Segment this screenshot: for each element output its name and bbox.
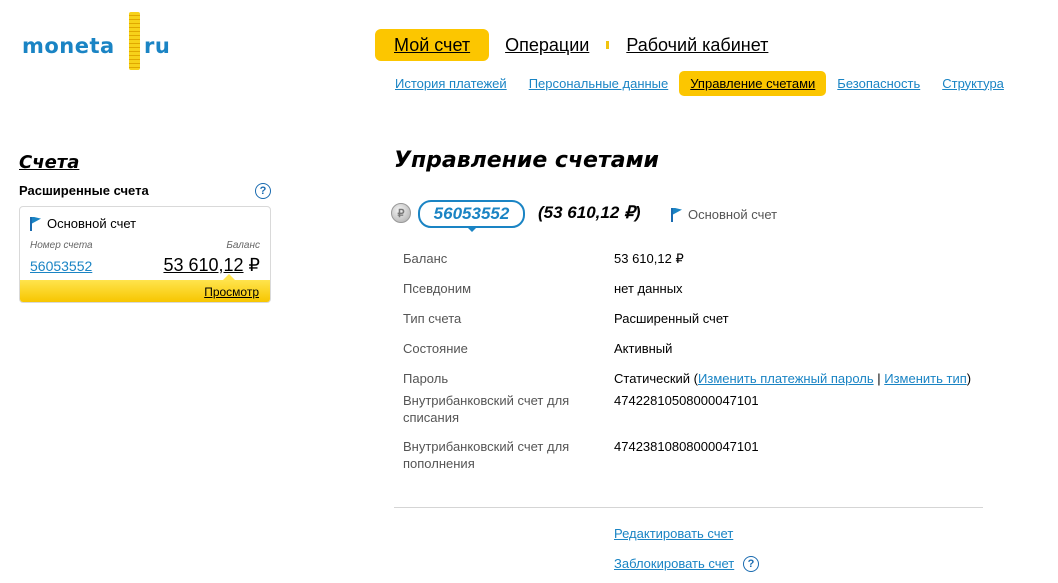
detail-value: 47422810508000047101 [614,393,759,408]
top-nav: Мой счет Операции Рабочий кабинет [375,29,784,61]
logo-text-left: moneta [22,34,115,58]
account-name-header: Основной счет [671,207,777,222]
detail-row-type: Тип счета Расширенный счет [403,310,1003,340]
detail-row-balance: Баланс 53 610,12 ₽ [403,250,1003,280]
sidebar-subtitle: Расширенные счета [19,183,149,198]
account-number-label: Номер счета [30,240,93,251]
account-number-link[interactable]: 56053552 [30,258,92,274]
account-name-text: Основной счет [688,207,778,222]
divider [394,507,983,508]
page-title: Управление счетами [394,148,659,173]
account-card: Основной счет Номер счета Баланс 5605355… [19,206,271,303]
detail-value: нет данных [614,281,683,296]
help-icon[interactable]: ? [743,556,759,572]
detail-row-alias: Псевдоним нет данных [403,280,1003,310]
sidebar-title[interactable]: Счета [19,152,79,173]
nav-my-account[interactable]: Мой счет [375,29,490,61]
subnav-personal-data[interactable]: Персональные данные [518,71,680,96]
account-card-name: Основной счет [30,216,136,231]
nav-separator [606,41,610,49]
edit-account-link[interactable]: Редактировать счет [614,526,733,541]
view-account-link[interactable]: Просмотр [204,285,259,299]
nav-operations[interactable]: Операции [489,29,605,61]
account-details: Баланс 53 610,12 ₽ Псевдоним нет данных … [403,250,1003,474]
detail-row-status: Состояние Активный [403,340,1003,370]
link-separator: | [873,371,885,386]
account-balance-header: (53 610,12 ₽) [538,203,641,222]
password-suffix: ) [966,371,972,386]
subnav-security[interactable]: Безопасность [826,71,931,96]
ruble-icon: ₽ [248,255,260,275]
detail-label: Баланс [403,251,448,266]
account-balance: 53 610,12 ₽ [163,255,260,276]
account-card-name-label: Основной счет [47,216,137,231]
detail-value: Расширенный счет [614,311,729,326]
flag-icon [30,216,42,231]
subnav-payment-history[interactable]: История платежей [384,71,518,96]
flag-icon [671,207,683,222]
logo-text-right: ru [144,34,171,58]
detail-label: Внутрибанковский счет для пополнения [403,439,570,471]
detail-value: Статический (Изменить платежный пароль |… [614,370,971,392]
detail-label: Псевдоним [403,281,472,296]
coin-stack-icon [129,12,140,70]
detail-row-credit-account: Внутрибанковский счет для пополнения 474… [403,438,1003,474]
subnav-account-management[interactable]: Управление счетами [679,70,827,96]
detail-row-debit-account: Внутрибанковский счет для списания 47422… [403,392,1003,438]
logo[interactable]: moneta ru [22,12,182,72]
coin-icon: ₽ [391,203,411,223]
balance-label: Баланс [226,240,260,251]
detail-row-password: Пароль Статический (Изменить платежный п… [403,370,1003,392]
detail-value: Активный [614,341,673,356]
sub-nav: История платежей Персональные данные Упр… [384,70,1015,96]
change-payment-password-link[interactable]: Изменить платежный пароль [698,371,874,386]
password-type: Статический ( [614,371,699,386]
subnav-structure[interactable]: Структура [931,71,1015,96]
nav-workspace[interactable]: Рабочий кабинет [610,29,784,61]
account-balance-value: 53 610,12 [163,255,244,275]
badge-tail [467,227,477,232]
help-icon[interactable]: ? [255,183,271,199]
account-number-badge[interactable]: 56053552 [418,200,525,228]
detail-value: 47423810808000047101 [614,439,759,454]
block-account-link[interactable]: Заблокировать счет [614,556,734,571]
detail-label: Состояние [403,341,468,356]
detail-value: 53 610,12 ₽ [614,251,684,266]
detail-label: Пароль [403,371,449,386]
detail-label: Тип счета [403,311,462,326]
change-type-link[interactable]: Изменить тип [884,371,967,386]
detail-label: Внутрибанковский счет для списания [403,393,570,425]
